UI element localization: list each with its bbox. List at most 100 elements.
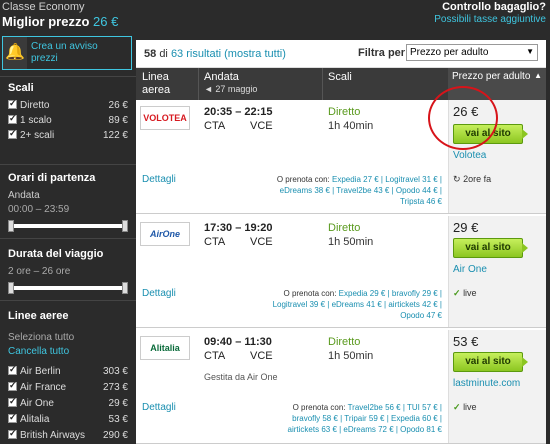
alt-line[interactable]: Travel2be 56 € | TUI 57 € | xyxy=(348,403,442,412)
flight-times: 09:40 – 11:30 xyxy=(204,336,272,348)
alt-line[interactable]: Tripsta 46 € xyxy=(277,196,442,207)
col-outbound[interactable]: Andata xyxy=(204,71,239,83)
alt-prefix: O prenota con: xyxy=(283,289,337,298)
departure-sub: Andata xyxy=(8,190,40,201)
baggage-link[interactable]: Controllo bagaglio? xyxy=(442,1,546,13)
sort-asc-icon: ▲ xyxy=(534,71,542,80)
arr-code: VCE xyxy=(250,236,273,248)
col-airline-1: Linea xyxy=(142,71,169,83)
arr-time: 11:30 xyxy=(244,336,272,348)
stop-label: 1 scalo xyxy=(20,115,52,126)
select-all-link[interactable]: Seleziona tutto xyxy=(8,332,74,343)
sidebar: 🔔 Crea un avviso prezzi Scali Diretto 26… xyxy=(0,32,136,444)
stop-filter-2plus[interactable]: 2+ scali 122 € xyxy=(8,128,128,143)
results-total[interactable]: 63 risultati xyxy=(171,48,221,60)
best-price-value: 26 € xyxy=(93,14,119,29)
sort-select[interactable]: Prezzo per adulto ▼ xyxy=(406,44,538,61)
col-stops[interactable]: Scali xyxy=(328,71,352,83)
flight-price: 53 € xyxy=(453,334,479,349)
stop-label: 2+ scali xyxy=(20,130,55,141)
status-text: 2ore fa xyxy=(463,174,492,184)
duration-slider[interactable] xyxy=(8,282,128,294)
col-outbound-date[interactable]: ◄ 27 maggio xyxy=(204,84,257,94)
checkbox-icon[interactable] xyxy=(8,396,17,407)
dep-time: 17:30 xyxy=(204,222,233,234)
show-all-link[interactable]: (mostra tutti) xyxy=(224,48,286,60)
airlines-title: Linee aeree xyxy=(8,310,69,322)
departure-range: 00:00 – 23:59 xyxy=(8,204,70,215)
details-link[interactable]: Dettagli xyxy=(142,402,176,413)
alt-line[interactable]: eDreams 38 € | Travel2be 43 € | Opodo 44… xyxy=(277,185,442,196)
alt-line[interactable]: Expedia 27 € | Logitravel 31 € | xyxy=(332,175,442,184)
duration-title: Durata del viaggio xyxy=(8,248,104,260)
stop-price: 89 € xyxy=(108,115,128,126)
airline-filter[interactable]: Air France 273 € xyxy=(8,380,128,395)
details-link[interactable]: Dettagli xyxy=(142,288,176,299)
airline-price: 53 € xyxy=(108,414,128,425)
alt-line[interactable]: bravofly 58 € | Tripair 59 € | Expedia 6… xyxy=(288,413,442,424)
checkbox-icon[interactable] xyxy=(8,428,17,439)
checkbox-icon[interactable] xyxy=(8,128,17,139)
slider-handle-right[interactable] xyxy=(122,220,128,232)
airline-logo: Alitalia xyxy=(140,336,190,360)
alt-line[interactable]: Logitravel 39 € | eDreams 41 € | airtick… xyxy=(273,299,442,310)
airline-price: 303 € xyxy=(102,366,128,377)
alt-prefix: O prenota con: xyxy=(276,175,330,184)
details-link[interactable]: Dettagli xyxy=(142,174,176,185)
stop-price: 26 € xyxy=(108,100,128,111)
slider-handle-right[interactable] xyxy=(122,282,128,294)
highlight-circle xyxy=(428,86,498,150)
price-alert-button[interactable]: 🔔 Crea un avviso prezzi xyxy=(2,36,132,70)
best-price: Miglior prezzo 26 € xyxy=(2,14,118,29)
flight-times: 17:30 – 19:20 xyxy=(204,222,273,234)
provider-link[interactable]: Volotea xyxy=(453,150,486,161)
checkbox-icon[interactable] xyxy=(8,364,17,375)
taxes-link[interactable]: Possibili tasse aggiuntive xyxy=(434,14,546,25)
alt-providers: O prenota con: Travel2be 56 € | TUI 57 €… xyxy=(288,402,442,435)
airline-logo: AirOne xyxy=(140,222,190,246)
refresh-icon: ↻ xyxy=(453,174,461,184)
checkbox-icon[interactable] xyxy=(8,412,17,423)
arr-code: VCE xyxy=(250,350,273,362)
duration-value: 1h 50min xyxy=(328,236,374,248)
price-box: 29 € vai al sito Air One ✓ live xyxy=(448,216,546,327)
sort-select-value: Prezzo per adulto xyxy=(410,47,489,58)
airline-filter[interactable]: Air One 29 € xyxy=(8,396,128,411)
provider-link[interactable]: lastminute.com xyxy=(453,378,520,389)
checkbox-icon[interactable] xyxy=(8,380,17,391)
departure-slider[interactable] xyxy=(8,220,128,232)
stop-label: Diretto xyxy=(20,100,50,111)
airline-price: 273 € xyxy=(102,382,128,393)
airline-filter[interactable]: Alitalia 53 € xyxy=(8,412,128,427)
checkbox-icon[interactable] xyxy=(8,98,17,109)
slider-handle-left[interactable] xyxy=(8,220,14,232)
class-label: Classe Economy xyxy=(2,1,85,13)
alt-line[interactable]: Opodo 47 € xyxy=(273,310,442,321)
stop-filter-direct[interactable]: Diretto 26 € xyxy=(8,98,128,113)
alt-line[interactable]: airtickets 63 € | eDreams 72 € | Opodo 8… xyxy=(288,424,442,435)
go-to-site-button[interactable]: vai al sito xyxy=(453,238,528,258)
alert-text-2: prezzi xyxy=(31,53,58,64)
checkbox-icon[interactable] xyxy=(8,113,17,124)
dep-code: CTA xyxy=(204,236,226,248)
slider-handle-left[interactable] xyxy=(8,282,14,294)
operated-by-note: Gestita da Air One xyxy=(204,372,278,382)
alt-line[interactable]: Expedia 29 € | bravofly 29 € | xyxy=(339,289,442,298)
airline-label: Air One xyxy=(20,398,54,409)
results-toolbar: 58 di 63 risultati (mostra tutti) Filtra… xyxy=(136,40,546,68)
stop-filter-1[interactable]: 1 scalo 89 € xyxy=(8,113,128,128)
airline-filter[interactable]: Air Berlin 303 € xyxy=(8,364,128,379)
airline-label: British Airways xyxy=(20,430,86,441)
bell-icon: 🔔 xyxy=(3,37,27,69)
stops-value: Diretto xyxy=(328,106,361,118)
flight-codes: CTA VCE xyxy=(204,236,273,248)
alt-providers: O prenota con: Expedia 27 € | Logitravel… xyxy=(277,174,442,207)
provider-link[interactable]: Air One xyxy=(453,264,487,275)
go-to-site-button[interactable]: vai al sito xyxy=(453,352,528,372)
airline-filter[interactable]: British Airways 290 € xyxy=(8,428,128,443)
flight-codes: CTA VCE xyxy=(204,120,273,132)
col-divider xyxy=(322,68,323,100)
clear-all-link[interactable]: Cancella tutto xyxy=(8,346,69,357)
alert-text-1: Crea un avviso xyxy=(31,41,98,52)
stops-value: Diretto xyxy=(328,222,361,234)
